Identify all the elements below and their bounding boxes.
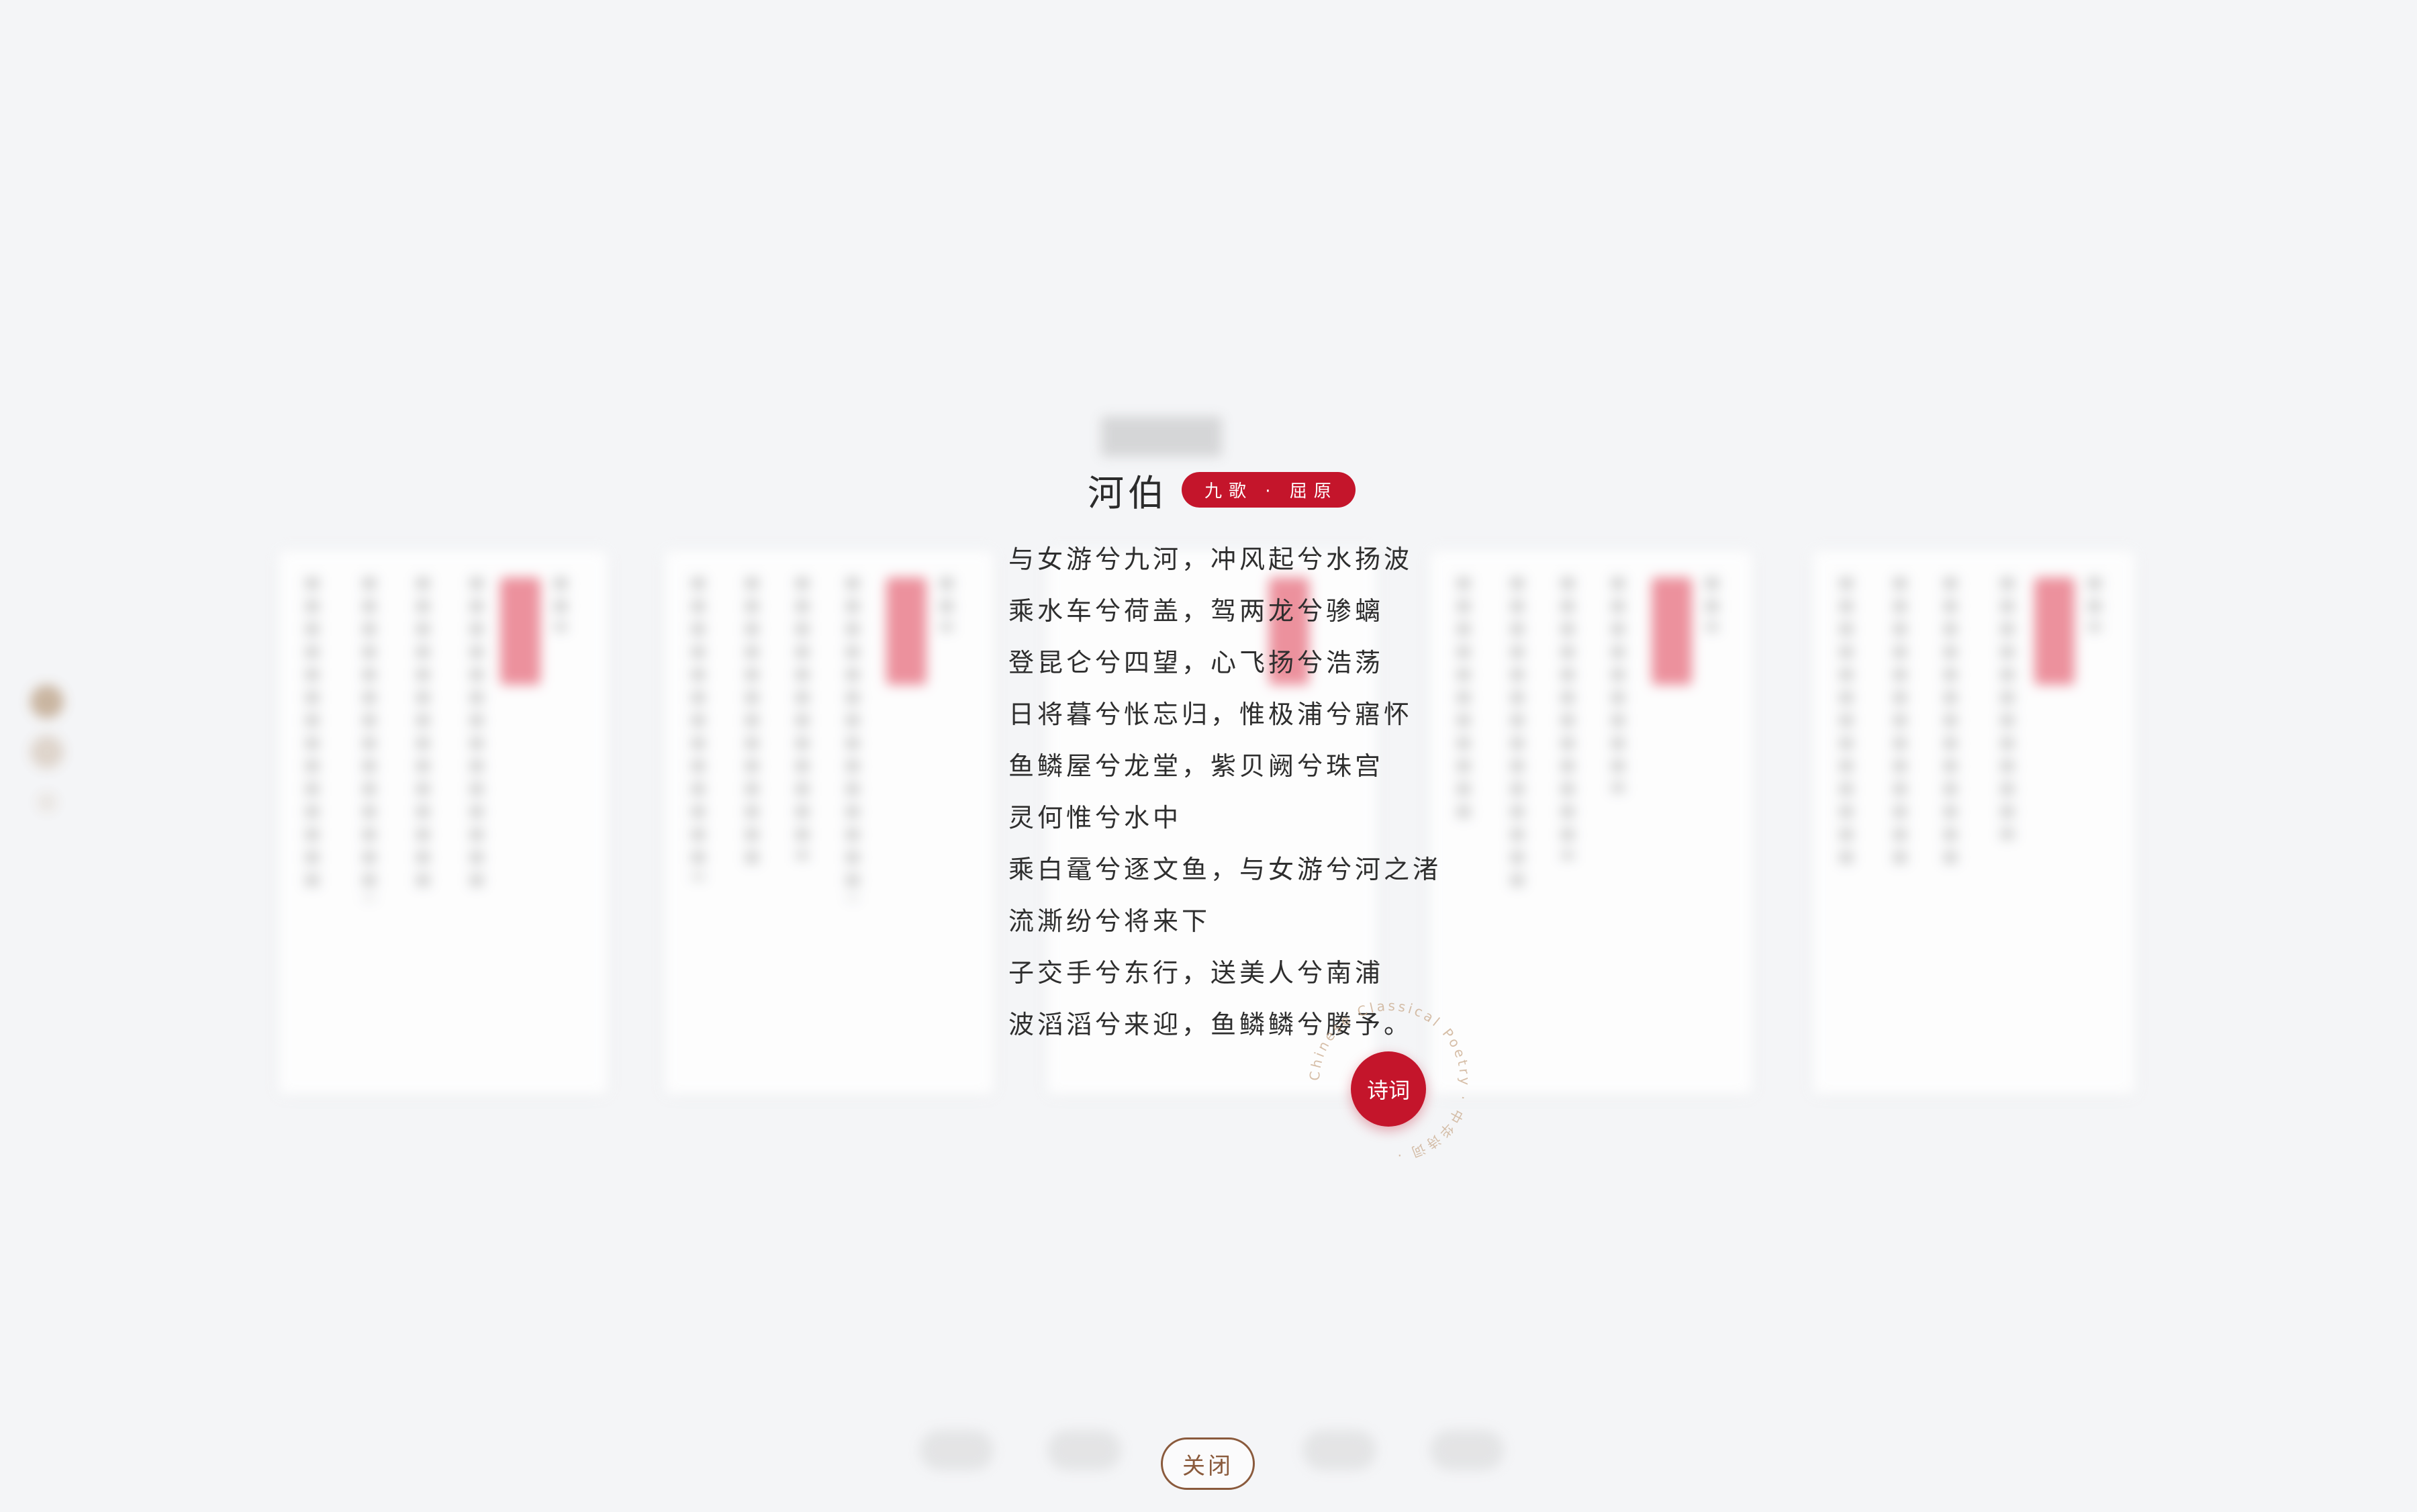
poetry-button[interactable]: 诗词 bbox=[1351, 1051, 1426, 1127]
side-nav-icon bbox=[30, 735, 64, 769]
poem-line: 与女游兮九河，冲风起兮水扬波 bbox=[1008, 545, 1413, 574]
poem-line: 鱼鳞屋兮龙堂，紫贝阙兮珠宫 bbox=[1008, 751, 1384, 781]
background-nav-item bbox=[920, 1430, 994, 1470]
poem-line: 日将暮兮怅忘归，惟极浦兮寤怀 bbox=[1008, 700, 1413, 729]
close-button[interactable]: 关闭 bbox=[1161, 1437, 1255, 1490]
poem-line: 乘水车兮荷盖，驾两龙兮骖螭 bbox=[1008, 596, 1384, 626]
background-poem-card bbox=[665, 551, 994, 1094]
background-nav-item bbox=[1047, 1430, 1121, 1470]
background-poem-card bbox=[279, 551, 608, 1094]
poem-author-badge: 九歌 · 屈原 bbox=[1182, 472, 1356, 508]
poem-line: 乘白鼋兮逐文鱼，与女游兮河之渚 bbox=[1008, 855, 1442, 884]
poem-line: 流澌纷兮将来下 bbox=[1008, 906, 1211, 936]
side-nav-icon bbox=[37, 792, 57, 812]
side-nav-icon bbox=[30, 685, 64, 718]
poem-title: 河伯 bbox=[1088, 472, 1168, 514]
poem-body: 与女游兮九河，冲风起兮水扬波 乘水车兮荷盖，驾两龙兮骖螭 登昆仑兮四望，心飞扬兮… bbox=[1008, 537, 1441, 1054]
poem-detail-screen: 河伯 九歌 · 屈原 与女游兮九河，冲风起兮水扬波 乘水车兮荷盖，驾两龙兮骖螭 … bbox=[0, 0, 2417, 1512]
background-nav-item bbox=[1302, 1430, 1376, 1470]
background-poem-card bbox=[1813, 551, 2135, 1094]
poem-header: 河伯 九歌 · 屈原 bbox=[1088, 463, 1356, 516]
poem-line: 灵何惟兮水中 bbox=[1008, 803, 1182, 833]
background-title bbox=[1101, 416, 1222, 457]
background-nav-item bbox=[1430, 1430, 1504, 1470]
poem-line: 登昆仑兮四望，心飞扬兮浩荡 bbox=[1008, 648, 1384, 677]
